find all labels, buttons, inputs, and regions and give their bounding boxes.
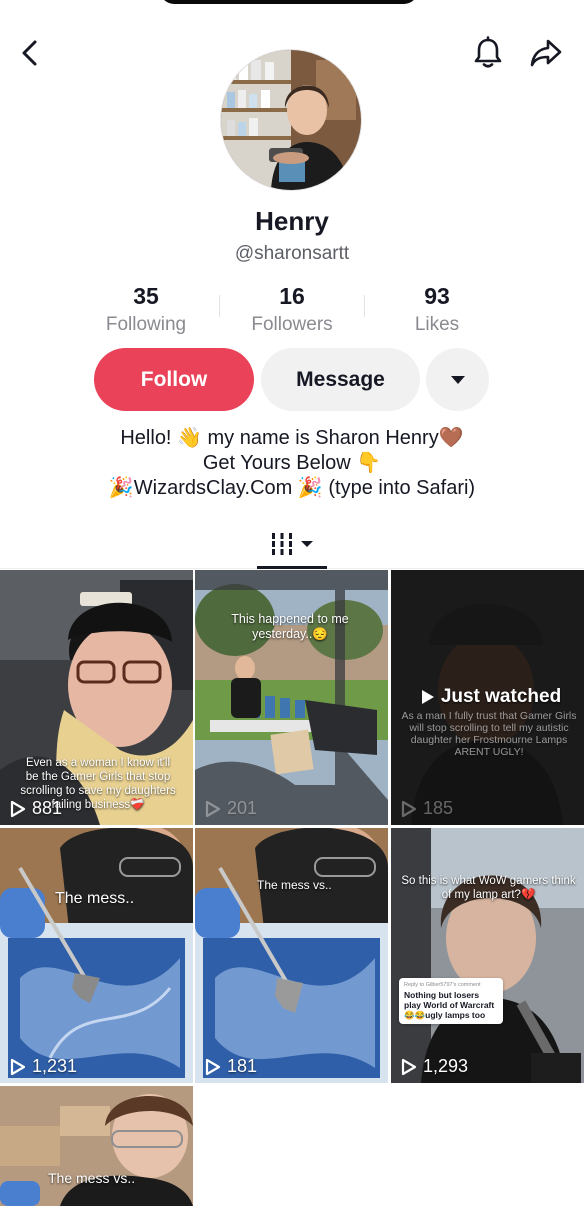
bio-line: Get Yours Below 👇 xyxy=(202,452,382,474)
video-tile[interactable]: The mess vs.. xyxy=(0,1086,193,1206)
profile-avatar[interactable] xyxy=(221,50,361,190)
view-count: 181 xyxy=(205,1056,257,1077)
play-icon xyxy=(10,1058,26,1075)
active-tab-indicator xyxy=(257,566,327,569)
view-count: 185 xyxy=(401,798,453,819)
video-tile[interactable]: The mess.. 1,231 xyxy=(0,828,193,1083)
video-thumbnail xyxy=(195,570,388,825)
likes-label: Likes xyxy=(414,314,460,335)
grid-videos-icon xyxy=(272,533,292,555)
view-count-value: 1,231 xyxy=(32,1056,78,1076)
video-tile[interactable]: Just watched As a man I fully trust that… xyxy=(391,570,584,825)
video-thumbnail xyxy=(0,1086,193,1206)
chevron-left-icon xyxy=(22,40,37,66)
view-count: 1,231 xyxy=(10,1056,77,1077)
tab-videos[interactable] xyxy=(257,522,327,566)
back-button[interactable] xyxy=(8,31,52,75)
share-button[interactable] xyxy=(524,31,568,75)
video-overlay-title: Just watched xyxy=(401,686,581,708)
followers-count: 16 xyxy=(279,283,305,309)
view-count-value: 1,293 xyxy=(423,1056,469,1076)
bio-line: 🎉WizardsClay.Com 🎉 (type into Safari) xyxy=(108,477,476,499)
view-count: 1,293 xyxy=(401,1056,468,1077)
video-caption: The mess.. xyxy=(55,890,135,907)
play-icon xyxy=(421,690,434,704)
comment-reply-header: Reply to Gilber5797's comment xyxy=(404,982,481,988)
video-caption: The mess vs.. xyxy=(48,1170,136,1186)
caret-down-icon xyxy=(301,541,313,547)
video-caption: As a man I fully trust that Gamer Girls … xyxy=(401,710,577,758)
profile-name: Henry xyxy=(255,206,329,236)
caret-down-icon xyxy=(450,375,465,384)
view-count-value: 881 xyxy=(32,798,63,818)
device-notch xyxy=(160,0,418,4)
play-icon xyxy=(10,800,26,817)
play-icon xyxy=(401,1058,417,1075)
profile-bio: Hello! 👋 my name is Sharon Henry🤎 Get Yo… xyxy=(0,426,584,501)
video-tile[interactable]: This happened to me yesterday..😔 201 xyxy=(195,570,388,825)
comment-reply-card: Reply to Gilber5797's comment Nothing bu… xyxy=(399,978,503,1024)
stat-likes[interactable]: 93 Likes xyxy=(362,283,512,336)
notifications-button[interactable] xyxy=(466,31,510,75)
video-thumbnail xyxy=(195,828,388,1083)
share-arrow-icon xyxy=(530,39,562,67)
likes-count: 93 xyxy=(424,283,450,309)
bio-line: Hello! 👋 my name is Sharon Henry🤎 xyxy=(120,427,464,449)
comment-text: Nothing but losers play World of Warcraf… xyxy=(404,990,495,1020)
video-caption: So this is what WoW gamers think of my l… xyxy=(401,875,576,901)
video-tile[interactable]: The mess vs.. 181 xyxy=(195,828,388,1083)
message-button[interactable]: Message xyxy=(261,348,420,411)
following-count: 35 xyxy=(133,283,159,309)
following-label: Following xyxy=(105,314,187,335)
video-tile[interactable]: Even as a woman I know it'll be the Game… xyxy=(0,570,193,825)
play-icon xyxy=(205,800,221,817)
view-count-value: 185 xyxy=(423,798,454,818)
content-tabs xyxy=(0,522,584,569)
follow-button[interactable]: Follow xyxy=(94,348,254,411)
video-thumbnail xyxy=(0,828,193,1083)
overlay-text: Just watched xyxy=(440,686,562,707)
video-caption: This happened to me yesterday..😔 xyxy=(231,612,349,641)
view-count: 881 xyxy=(10,798,62,819)
view-count: 201 xyxy=(205,798,257,819)
view-count-value: 181 xyxy=(227,1056,258,1076)
view-count-value: 201 xyxy=(227,798,258,818)
video-caption: The mess vs.. xyxy=(257,878,332,892)
stat-following[interactable]: 35 Following xyxy=(71,283,221,336)
more-options-button[interactable] xyxy=(426,348,489,411)
followers-label: Followers xyxy=(251,314,333,335)
profile-handle: @sharonsartt xyxy=(234,243,350,264)
stats-row: 35 Following 16 Followers 93 Likes xyxy=(0,283,584,343)
bell-icon xyxy=(474,36,502,68)
video-thumbnail xyxy=(391,828,584,1083)
play-icon xyxy=(205,1058,221,1075)
stat-followers[interactable]: 16 Followers xyxy=(217,283,367,336)
video-tile[interactable]: So this is what WoW gamers think of my l… xyxy=(391,828,584,1083)
play-icon xyxy=(401,800,417,817)
